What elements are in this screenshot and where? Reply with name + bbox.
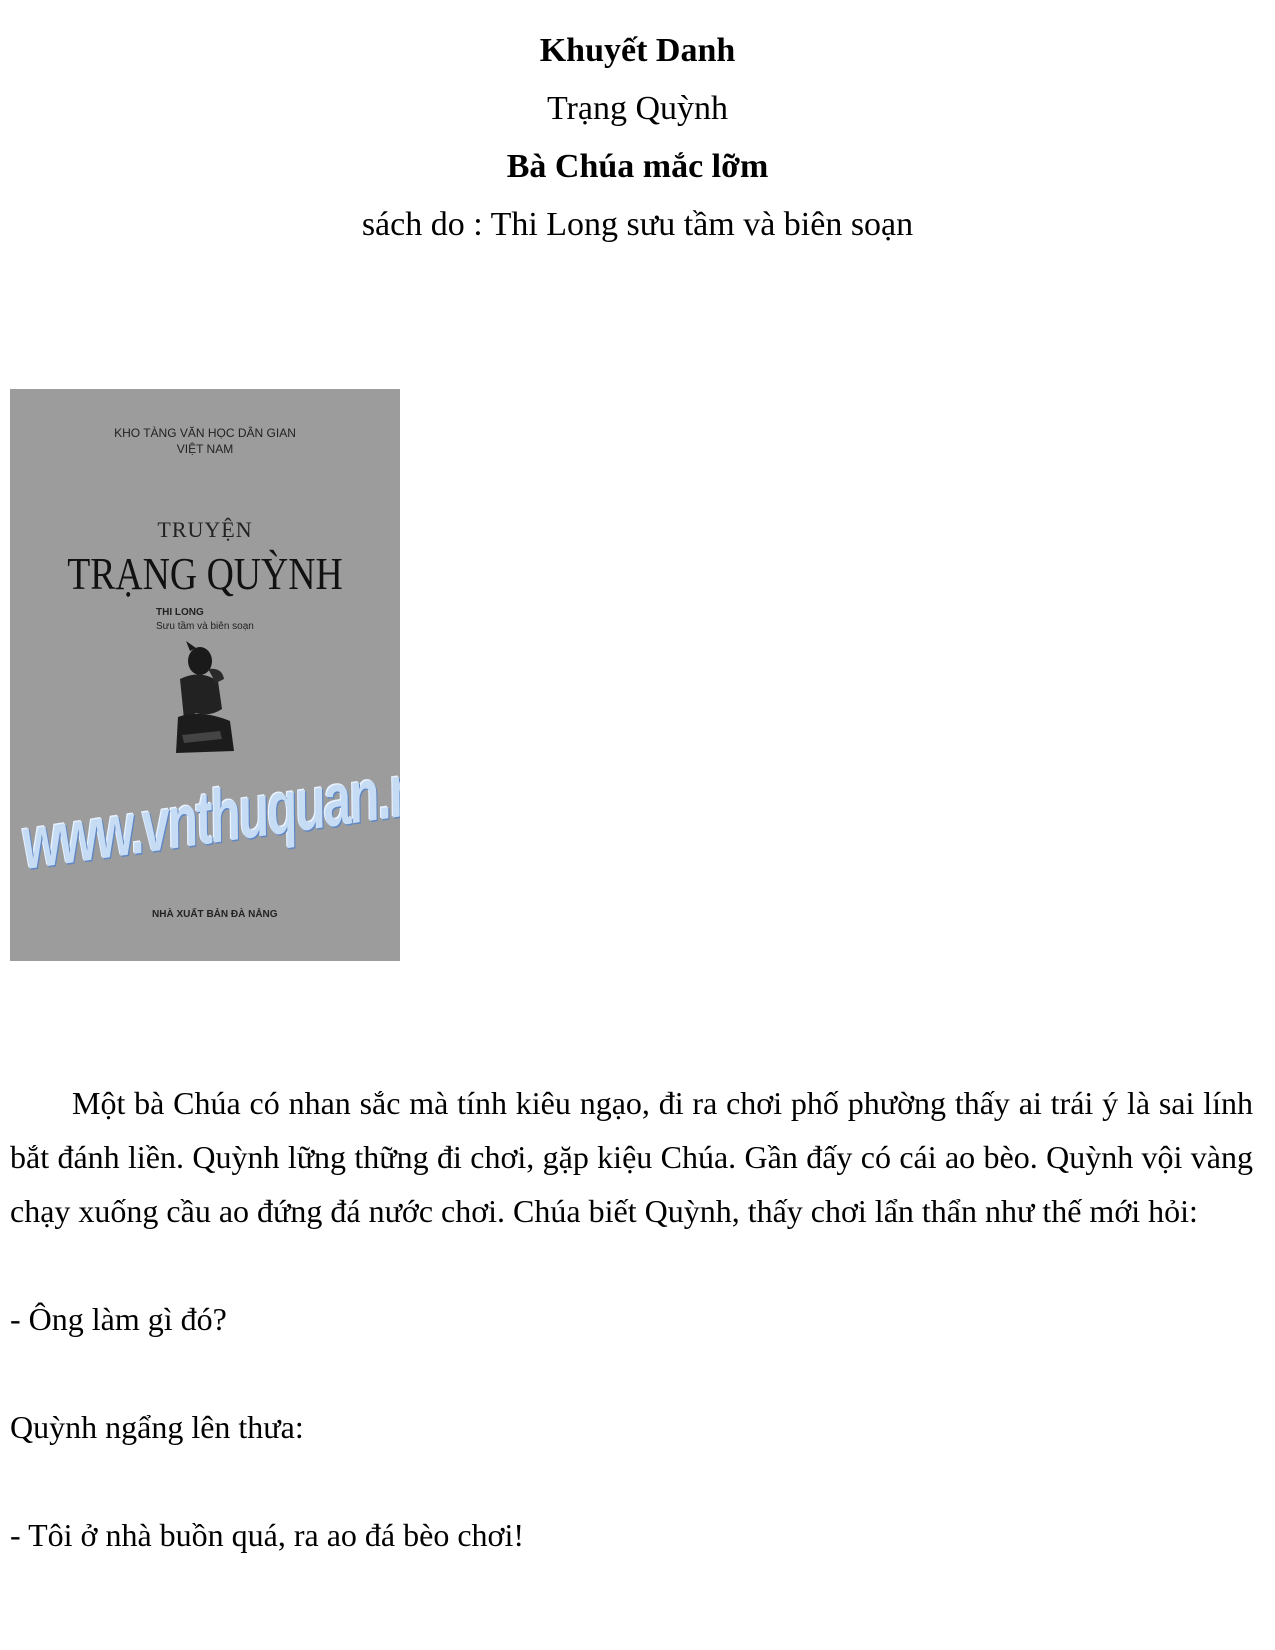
dialogue-line-question: - Ông làm gì đó? — [10, 1301, 227, 1337]
book-title: Trạng Quỳnh — [546, 90, 729, 127]
cover-title: TRẠNG QUỲNH — [67, 548, 343, 599]
source-line: sách do : Thi Long sưu tầm và biên soạn — [361, 206, 914, 243]
cover-watermark: www.vnthuquan.net — [16, 741, 400, 886]
document-header: Khuyết Danh Trạng Quỳnh Bà Chúa mắc lỡm … — [0, 22, 1275, 254]
cover-series: KHO TÀNG VĂN HỌC DÂN GIAN VIỆT NAM — [10, 425, 400, 457]
story-title: Bà Chúa mắc lỡm — [506, 148, 769, 185]
cover-truyen: TRUYỆN — [157, 517, 253, 542]
author-name: Khuyết Danh — [539, 32, 736, 69]
dialogue-line-answer: - Tôi ở nhà buồn quá, ra ao đá bèo chơi! — [10, 1517, 524, 1553]
cover-publisher: NHÀ XUẤT BẢN ĐÀ NẴNG — [152, 909, 278, 920]
book-cover-image: KHO TÀNG VĂN HỌC DÂN GIAN VIỆT NAM TRUYỆ… — [10, 389, 400, 961]
story-paragraph: Một bà Chúa có nhan sắc mà tính kiêu ngạ… — [10, 1085, 1253, 1229]
story-body: Một bà Chúa có nhan sắc mà tính kiêu ngạ… — [10, 1076, 1253, 1562]
cover-figure-illustration — [176, 641, 234, 753]
cover-author: THI LONG — [156, 607, 204, 618]
cover-compiled: Sưu tầm và biên soạn — [156, 621, 254, 632]
narration-line: Quỳnh ngẩng lên thưa: — [10, 1409, 304, 1445]
cover-series-line1: KHO TÀNG VĂN HỌC DÂN GIAN — [114, 426, 296, 440]
cover-series-line2: VIỆT NAM — [176, 442, 234, 456]
